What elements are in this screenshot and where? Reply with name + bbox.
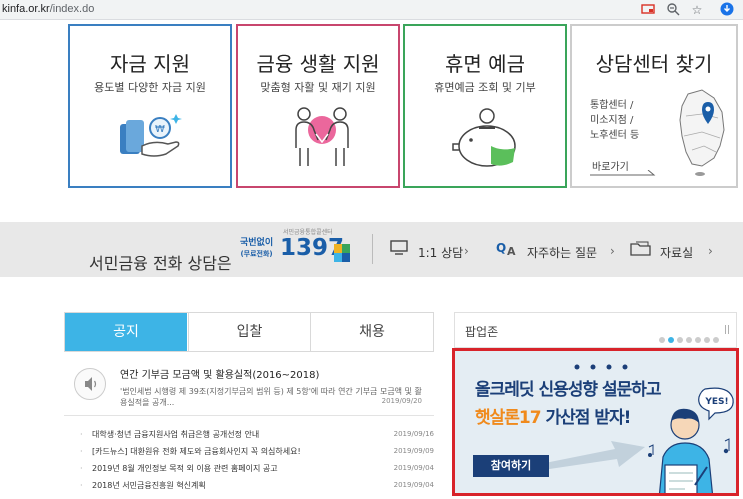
card-subtitle: 휴면예금 조회 및 기부 — [434, 81, 536, 94]
notice-text[interactable]: 2018년 서민금융진흥원 혁신계획 — [92, 477, 206, 494]
yes-bubble-text: YES! — [704, 397, 728, 407]
banner-line2: 햇살론17 가산점 받자! — [475, 403, 631, 428]
notice-date: 2019/09/04 — [393, 464, 434, 472]
zoom-icon[interactable] — [665, 2, 681, 18]
bullet-icon: · — [80, 464, 83, 473]
tab-bid[interactable]: 입찰 — [188, 313, 310, 351]
card-financial-life-support[interactable]: 금융 생활 지원 맞춤형 자활 및 재기 지원 — [236, 24, 400, 188]
link-archive[interactable]: 자료실 — [660, 244, 693, 261]
tab-notice[interactable]: 공지 — [65, 313, 187, 351]
piggy-bank-icon — [452, 108, 516, 167]
card-find-center[interactable]: 상담센터 찾기 통합센터 / 미소지점 / 노후센터 등 바로가기 — [570, 24, 738, 188]
korea-map-icon — [679, 89, 725, 176]
list-item[interactable]: · 대학생·청년 금융지원사업 취급은행 공개선정 안내 2019/09/16 — [80, 426, 436, 443]
bullet-icon: · — [80, 430, 83, 439]
monitor-icon — [390, 240, 408, 255]
popup-zone-title: 팝업존 — [465, 325, 499, 339]
qa-icon: Q A — [496, 241, 516, 256]
bookmark-star-icon[interactable]: ☆ — [689, 2, 705, 18]
hotline-bar: 서민금융 전화 상담은 서민금융통합콜센터 국번없이 (무료전화) 1397 1… — [0, 222, 743, 277]
chevron-right-icon: › — [708, 244, 713, 258]
speaker-icon — [74, 368, 106, 400]
bullet-icon: · — [80, 447, 83, 456]
person-writing-icon: YES! — [648, 387, 734, 493]
svg-text:₩: ₩ — [155, 124, 165, 135]
featured-notice-title[interactable]: 연간 기부금 모금액 및 활용실적(2016~2018) — [120, 366, 319, 381]
link-one-on-one[interactable]: 1:1 상담 — [418, 244, 463, 261]
tab-recruit[interactable]: 채용 — [310, 313, 433, 351]
center-type-item: 노후센터 등 — [590, 130, 640, 141]
pager-dot[interactable] — [677, 337, 683, 343]
chevron-right-icon: › — [610, 244, 615, 258]
notice-text[interactable]: [카드뉴스] 대환원유 전화 제도와 금융회사인지 꼭 의심하세요! — [92, 443, 301, 460]
card-title: 상담센터 찾기 — [595, 52, 713, 76]
hotline-separator — [372, 234, 373, 264]
people-heart-icon — [295, 107, 349, 166]
hotline-tag: 국번없이 (무료전화) — [240, 238, 273, 260]
notice-tabs: 공지 입찰 채용 — [64, 312, 434, 352]
pager-dot[interactable] — [659, 337, 665, 343]
browser-address-bar[interactable]: kinfa.or.kr/index.do ☆ — [0, 0, 743, 20]
featured-notice-desc: '법인세법 시행령 제 39조(지정기부금의 범위 등) 제 5항'에 따라 연… — [120, 387, 422, 407]
center-type-item: 미소지점 / — [590, 115, 634, 126]
list-item[interactable]: · 2019년 8월 개인정보 목적 외 이용 관련 홈페이지 공고 2019/… — [80, 460, 436, 477]
hotline-tag-line1: 국번없이 — [240, 238, 274, 248]
url-text[interactable]: kinfa.or.kr/index.do — [2, 3, 94, 15]
pager-dot[interactable] — [704, 337, 710, 343]
list-item[interactable]: · [카드뉴스] 대환원유 전화 제도와 금융회사인지 꼭 의심하세요! 201… — [80, 443, 436, 460]
pager-dot[interactable] — [668, 337, 674, 343]
pager-dot[interactable] — [713, 337, 719, 343]
card-title: 금융 생활 지원 — [256, 52, 380, 76]
arrow-underline-icon — [590, 170, 656, 176]
bullet-icon: · — [80, 481, 83, 490]
pause-icon[interactable]: || — [724, 325, 730, 335]
cast-icon[interactable] — [640, 2, 656, 18]
notice-text[interactable]: 2019년 8월 개인정보 목적 외 이용 관련 홈페이지 공고 — [92, 460, 278, 477]
card-title: 휴면 예금 — [445, 52, 525, 76]
notice-text[interactable]: 대학생·청년 금융지원사업 취급은행 공개선정 안내 — [92, 426, 259, 443]
list-item[interactable]: · 2018년 서민금융진흥원 혁신계획 2019/09/04 — [80, 477, 436, 494]
popup-pager-dots — [659, 328, 722, 347]
hotline-tag-line2: (무료전화) — [240, 250, 273, 258]
banner-highlight: 햇살론17 — [475, 408, 542, 428]
svg-text:Q: Q — [496, 241, 506, 255]
folder-icon — [630, 241, 651, 256]
participate-button[interactable]: 참여하기 — [473, 455, 549, 477]
card-fund-support[interactable]: 자금 지원 용도별 다양한 자금 지원 ₩ — [68, 24, 232, 188]
card-subtitle: 용도별 다양한 자금 지원 — [94, 81, 206, 94]
svg-text:A: A — [507, 245, 516, 256]
hand-coin-icon: ₩ — [120, 114, 182, 157]
card-dormant-deposit[interactable]: 휴면 예금 휴면예금 조회 및 기부 — [403, 24, 567, 188]
chevron-right-icon: › — [464, 244, 469, 258]
popup-banner[interactable]: 올크레딧 신용성향 설문하고 햇살론17 가산점 받자! 참여하기 YES! — [452, 348, 739, 496]
notice-date: 2019/09/16 — [393, 430, 434, 438]
url-host: kinfa.or.kr — [2, 3, 50, 15]
popup-zone-header: 팝업존 || — [454, 312, 737, 348]
notice-date: 2019/09/04 — [393, 481, 434, 489]
banner-line1: 올크레딧 신용성향 설문하고 — [475, 380, 662, 400]
center-type-list: 통합센터 / 미소지점 / 노후센터 등 — [590, 98, 639, 143]
banner-line2-rest: 가산점 받자! — [540, 408, 631, 428]
center-type-item: 통합센터 / — [590, 100, 634, 111]
featured-notice-date: 2019/09/20 — [381, 397, 422, 405]
featured-notice[interactable]: 연간 기부금 모금액 및 활용실적(2016~2018) '법인세법 시행령 제… — [64, 360, 434, 416]
card-subtitle: 맞춤형 자활 및 재기 지원 — [260, 81, 376, 94]
url-path: /index.do — [49, 3, 95, 15]
pager-dot[interactable] — [695, 337, 701, 343]
notice-list: · 대학생·청년 금융지원사업 취급은행 공개선정 안내 2019/09/16 … — [80, 426, 436, 494]
hotline-badge-icon — [334, 244, 350, 262]
pager-dot[interactable] — [686, 337, 692, 343]
download-icon[interactable] — [719, 2, 735, 18]
hotline-title: 서민금융 전화 상담은 — [89, 254, 232, 273]
link-faq[interactable]: 자주하는 질문 — [527, 244, 597, 261]
card-title: 자금 지원 — [110, 52, 190, 76]
decor-dots-icon — [574, 364, 628, 370]
notice-date: 2019/09/09 — [393, 447, 434, 455]
